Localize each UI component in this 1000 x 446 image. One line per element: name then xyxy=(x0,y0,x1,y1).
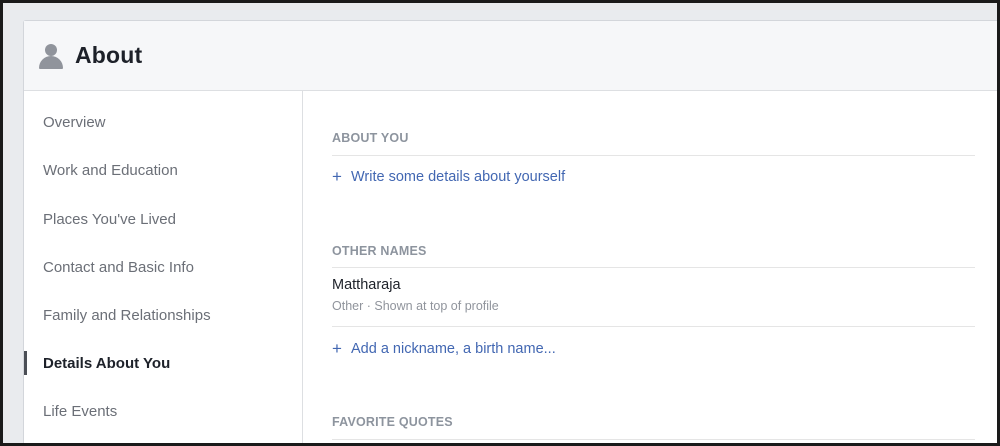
plus-icon: + xyxy=(332,167,342,186)
section-title-favorite-quotes: FAVORITE QUOTES xyxy=(332,415,453,429)
about-header: About xyxy=(24,21,997,91)
sidebar-item-life-events[interactable]: Life Events xyxy=(24,396,303,426)
divider xyxy=(332,439,975,440)
add-nickname-label: Add a nickname, a birth name... xyxy=(351,341,556,357)
section-title-about-you: ABOUT YOU xyxy=(332,131,409,145)
window-frame: About Overview Work and Education Places… xyxy=(0,0,1000,446)
divider xyxy=(332,326,975,327)
sidebar-item-contact-basic-info[interactable]: Contact and Basic Info xyxy=(24,252,303,282)
other-name-meta: Other · Shown at top of profile xyxy=(332,299,499,313)
add-details-label: Write some details about yourself xyxy=(351,169,566,185)
about-sidebar: Overview Work and Education Places You'v… xyxy=(24,91,303,443)
sidebar-item-details-about-you[interactable]: Details About You xyxy=(24,348,303,378)
sidebar-item-places-lived[interactable]: Places You've Lived xyxy=(24,204,303,234)
plus-icon: + xyxy=(332,339,342,358)
details-main: ABOUT YOU + Write some details about you… xyxy=(304,91,997,443)
add-nickname-link[interactable]: + Add a nickname, a birth name... xyxy=(332,339,556,358)
sidebar-item-family-relationships[interactable]: Family and Relationships xyxy=(24,300,303,330)
page-title: About xyxy=(75,42,143,68)
other-name-value: Mattharaja xyxy=(332,277,401,293)
person-icon xyxy=(39,42,63,70)
sidebar-item-work-and-education[interactable]: Work and Education xyxy=(24,155,303,185)
section-title-other-names: OTHER NAMES xyxy=(332,244,427,258)
add-details-link[interactable]: + Write some details about yourself xyxy=(332,167,566,186)
sidebar-item-overview[interactable]: Overview xyxy=(24,107,303,137)
divider xyxy=(332,267,975,268)
about-card: About Overview Work and Education Places… xyxy=(23,20,997,443)
divider xyxy=(332,155,975,156)
